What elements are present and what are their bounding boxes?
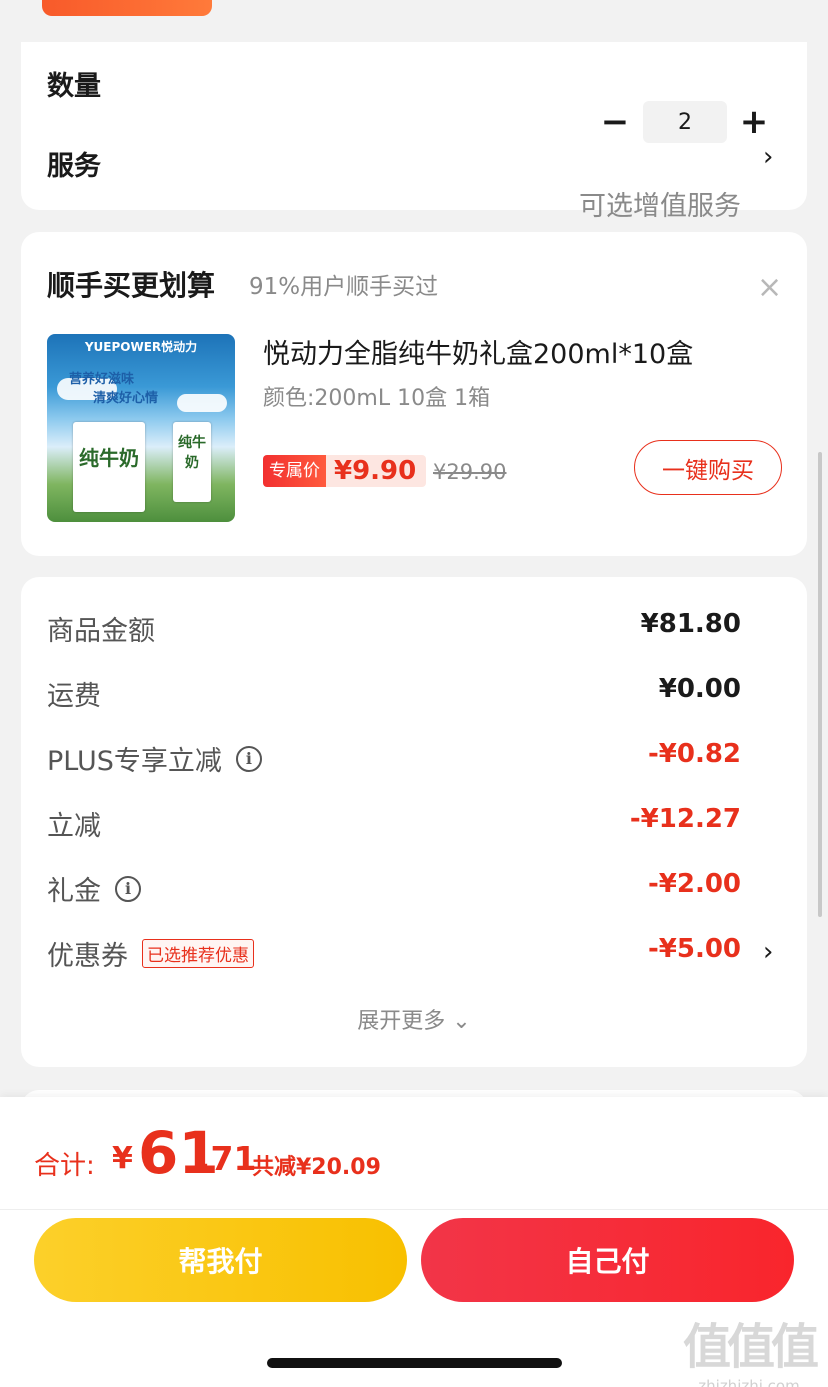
total-saved: 共减¥20.09 xyxy=(252,1155,381,1180)
pay-myself-button[interactable]: 自己付 xyxy=(421,1218,794,1302)
expand-more-button[interactable]: 展开更多 ⌄ xyxy=(21,1003,807,1035)
amount-label: 优惠券 已选推荐优惠 xyxy=(47,934,254,973)
original-price: ¥29.90 xyxy=(433,460,507,484)
upsell-title: 顺手买更划算 xyxy=(47,269,216,302)
one-click-buy-button[interactable]: 一键购买 xyxy=(634,440,782,495)
product-image-brand: YUEPOWER悦动力 xyxy=(84,340,198,354)
amount-label-text: 商品金额 xyxy=(47,616,155,647)
quantity-input[interactable]: 2 xyxy=(643,101,727,143)
amount-row-plus-discount: PLUS专享立减 i -¥0.82 xyxy=(47,739,741,779)
amount-label-text: 礼金 xyxy=(47,876,101,907)
product-image-slogan-2: 清爽好心情 xyxy=(93,391,159,406)
product-spec: 颜色:200mL 10盒 1箱 xyxy=(263,386,491,411)
amount-value: -¥0.82 xyxy=(647,739,741,769)
milk-box-small: 纯牛奶 xyxy=(173,422,211,502)
amount-summary-card: 商品金额 ¥81.80 运费 ¥0.00 PLUS专享立减 i -¥0.82 立… xyxy=(21,577,807,1067)
amount-row-shipping: 运费 ¥0.00 xyxy=(47,674,741,714)
amount-label: 立减 xyxy=(47,804,101,843)
info-icon[interactable]: i xyxy=(115,875,141,902)
price-tag-label: 专属价 xyxy=(263,455,326,487)
quantity-decrease-button[interactable]: − xyxy=(595,102,635,142)
milk-box-text: 纯牛奶 xyxy=(79,446,139,470)
product-image-slogan-1: 营养好滋味 xyxy=(69,372,135,387)
amount-label: PLUS专享立减 i xyxy=(47,739,262,778)
total-label: 合计: xyxy=(34,1151,95,1181)
amount-label-text: PLUS专享立减 xyxy=(47,746,222,777)
amount-row-coupon[interactable]: 优惠券 已选推荐优惠 -¥5.00 xyxy=(47,934,741,974)
quantity-increase-button[interactable]: + xyxy=(734,102,774,142)
home-indicator xyxy=(267,1358,562,1368)
watermark-logo: 值值值 xyxy=(682,1319,819,1375)
amount-value: ¥0.00 xyxy=(658,674,741,704)
checkout-bar: 合计: ¥ 61 .71 共减¥20.09 帮我付 自己付 值值值 zhizhi… xyxy=(0,1097,828,1387)
amount-label: 运费 xyxy=(47,674,101,713)
service-label: 服务 xyxy=(47,151,101,182)
divider xyxy=(0,1209,828,1210)
upsell-card: 顺手买更划算 91%用户顺手买过 × YUEPOWER悦动力 营养好滋味 清爽好… xyxy=(21,232,807,556)
total-currency: ¥ xyxy=(112,1141,133,1176)
quantity-service-card: 数量 − 2 + 服务 可选增值服务 › xyxy=(21,42,807,222)
close-icon[interactable]: × xyxy=(757,270,782,305)
exclusive-price: ¥9.90 xyxy=(326,455,427,487)
top-strip xyxy=(0,0,828,42)
amount-value: ¥81.80 xyxy=(640,609,741,639)
amount-label-text: 优惠券 xyxy=(47,941,128,972)
total-amount-decimal: .71 xyxy=(198,1139,257,1178)
amount-row-subtotal: 商品金额 ¥81.80 xyxy=(47,609,741,649)
amount-value: -¥5.00 xyxy=(647,934,741,964)
amount-value: -¥12.27 xyxy=(629,804,741,834)
service-chevron-icon[interactable]: › xyxy=(763,142,773,172)
product-title[interactable]: 悦动力全脂纯牛奶礼盒200ml*10盒 xyxy=(263,332,693,371)
amount-row-gift-money: 礼金 i -¥2.00 xyxy=(47,869,741,909)
quantity-label: 数量 xyxy=(47,71,101,102)
exclusive-price-badge: 专属价 ¥9.90 xyxy=(263,453,427,489)
product-image-slogan: 营养好滋味 清爽好心情 xyxy=(69,368,197,408)
milk-box-text-small: 纯牛奶 xyxy=(178,435,206,471)
amount-label: 礼金 i xyxy=(47,869,141,908)
amount-value: -¥2.00 xyxy=(647,869,741,899)
amount-label-text: 立减 xyxy=(47,811,101,842)
scrollbar[interactable] xyxy=(818,452,822,917)
info-icon[interactable]: i xyxy=(235,745,262,772)
milk-box-large: 纯牛奶 xyxy=(73,422,145,512)
help-me-pay-button[interactable]: 帮我付 xyxy=(34,1218,407,1302)
product-image[interactable]: YUEPOWER悦动力 营养好滋味 清爽好心情 纯牛奶 纯牛奶 xyxy=(47,334,235,522)
top-product-image-edge xyxy=(42,0,212,16)
watermark-text: zhizhizhi.com xyxy=(698,1377,800,1387)
coupon-recommended-tag: 已选推荐优惠 xyxy=(142,939,254,968)
upsell-subtitle: 91%用户顺手买过 xyxy=(249,274,439,300)
coupon-chevron-icon[interactable]: › xyxy=(763,937,773,967)
amount-row-instant-discount: 立减 -¥12.27 xyxy=(47,804,741,844)
service-value[interactable]: 可选增值服务 xyxy=(579,184,741,223)
watermark: 值值值 zhizhizhi.com xyxy=(676,1307,822,1387)
amount-label-text: 运费 xyxy=(47,681,101,712)
amount-label: 商品金额 xyxy=(47,609,155,648)
